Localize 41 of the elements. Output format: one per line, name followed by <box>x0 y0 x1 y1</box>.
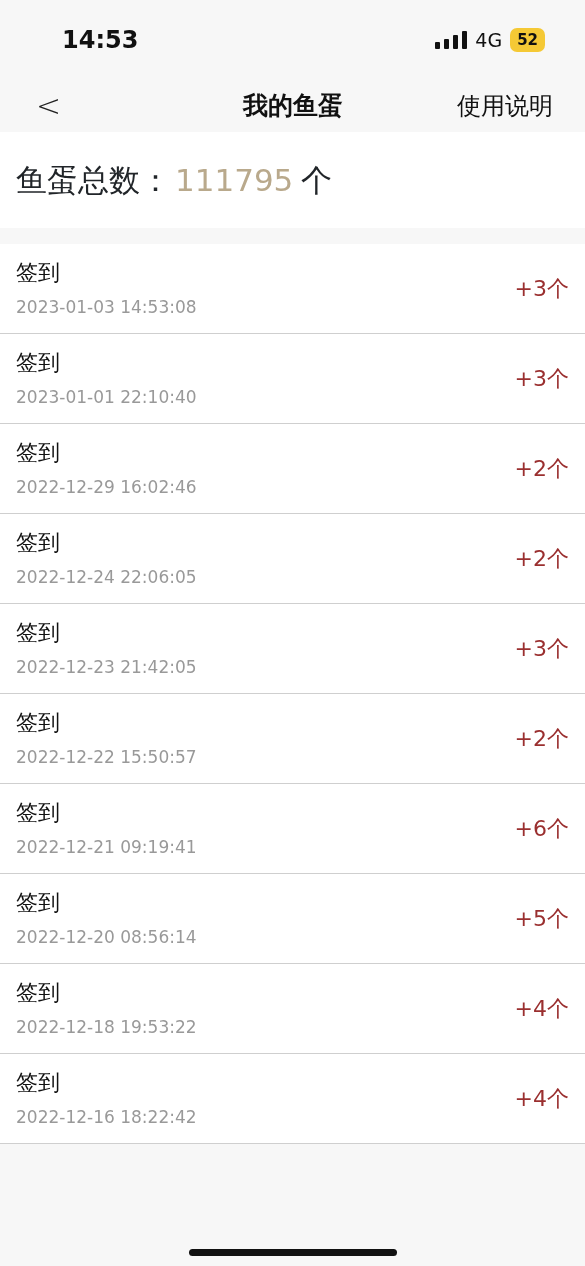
record-time: 2022-12-29 16:02:46 <box>16 476 197 500</box>
signal-icon <box>435 31 468 49</box>
page-title: 我的鱼蛋 <box>242 90 343 123</box>
back-button[interactable]: < <box>0 91 62 121</box>
record-title: 签到 <box>16 349 61 378</box>
record-title: 签到 <box>16 529 61 558</box>
record-title: 签到 <box>16 439 61 468</box>
record-time: 2022-12-16 18:22:42 <box>16 1106 197 1130</box>
record-time: 2022-12-18 19:53:22 <box>16 1016 197 1040</box>
record-amount: +2个 <box>514 455 569 483</box>
record-title: 签到 <box>16 619 61 648</box>
record-time: 2022-12-24 22:06:05 <box>16 566 197 590</box>
record-time: 2022-12-22 15:50:57 <box>16 746 197 770</box>
record-amount: +2个 <box>514 725 569 753</box>
record-title: 签到 <box>16 979 61 1008</box>
unit-label: 个 <box>301 160 333 200</box>
record-amount: +2个 <box>514 545 569 573</box>
record-time: 2023-01-01 22:10:40 <box>16 386 197 410</box>
record-amount: +4个 <box>514 995 569 1023</box>
record-amount: +3个 <box>514 365 569 393</box>
record-amount: +5个 <box>514 905 569 933</box>
record-title: 签到 <box>16 1069 61 1098</box>
record-title: 签到 <box>16 709 61 738</box>
record-amount: +3个 <box>514 635 569 663</box>
instructions-link[interactable]: 使用说明 <box>457 88 585 124</box>
total-label: 鱼蛋总数： <box>16 160 171 200</box>
record-time: 2023-01-03 14:53:08 <box>16 296 197 320</box>
record-amount: +6个 <box>514 815 569 843</box>
record-title: 签到 <box>16 889 61 918</box>
total-count: 111795 <box>175 160 294 200</box>
status-time: 14:53 <box>62 25 139 56</box>
record-title: 签到 <box>16 799 61 828</box>
network-label: 4G <box>475 27 503 53</box>
home-indicator[interactable] <box>188 1249 397 1256</box>
record-time: 2022-12-20 08:56:14 <box>16 926 197 950</box>
record-amount: +4个 <box>514 1085 569 1113</box>
record-time: 2022-12-21 09:19:41 <box>16 836 197 860</box>
record-amount: +3个 <box>514 275 569 303</box>
record-title: 签到 <box>16 259 61 288</box>
record-time: 2022-12-23 21:42:05 <box>16 656 197 680</box>
battery-indicator: 52 <box>510 27 545 53</box>
